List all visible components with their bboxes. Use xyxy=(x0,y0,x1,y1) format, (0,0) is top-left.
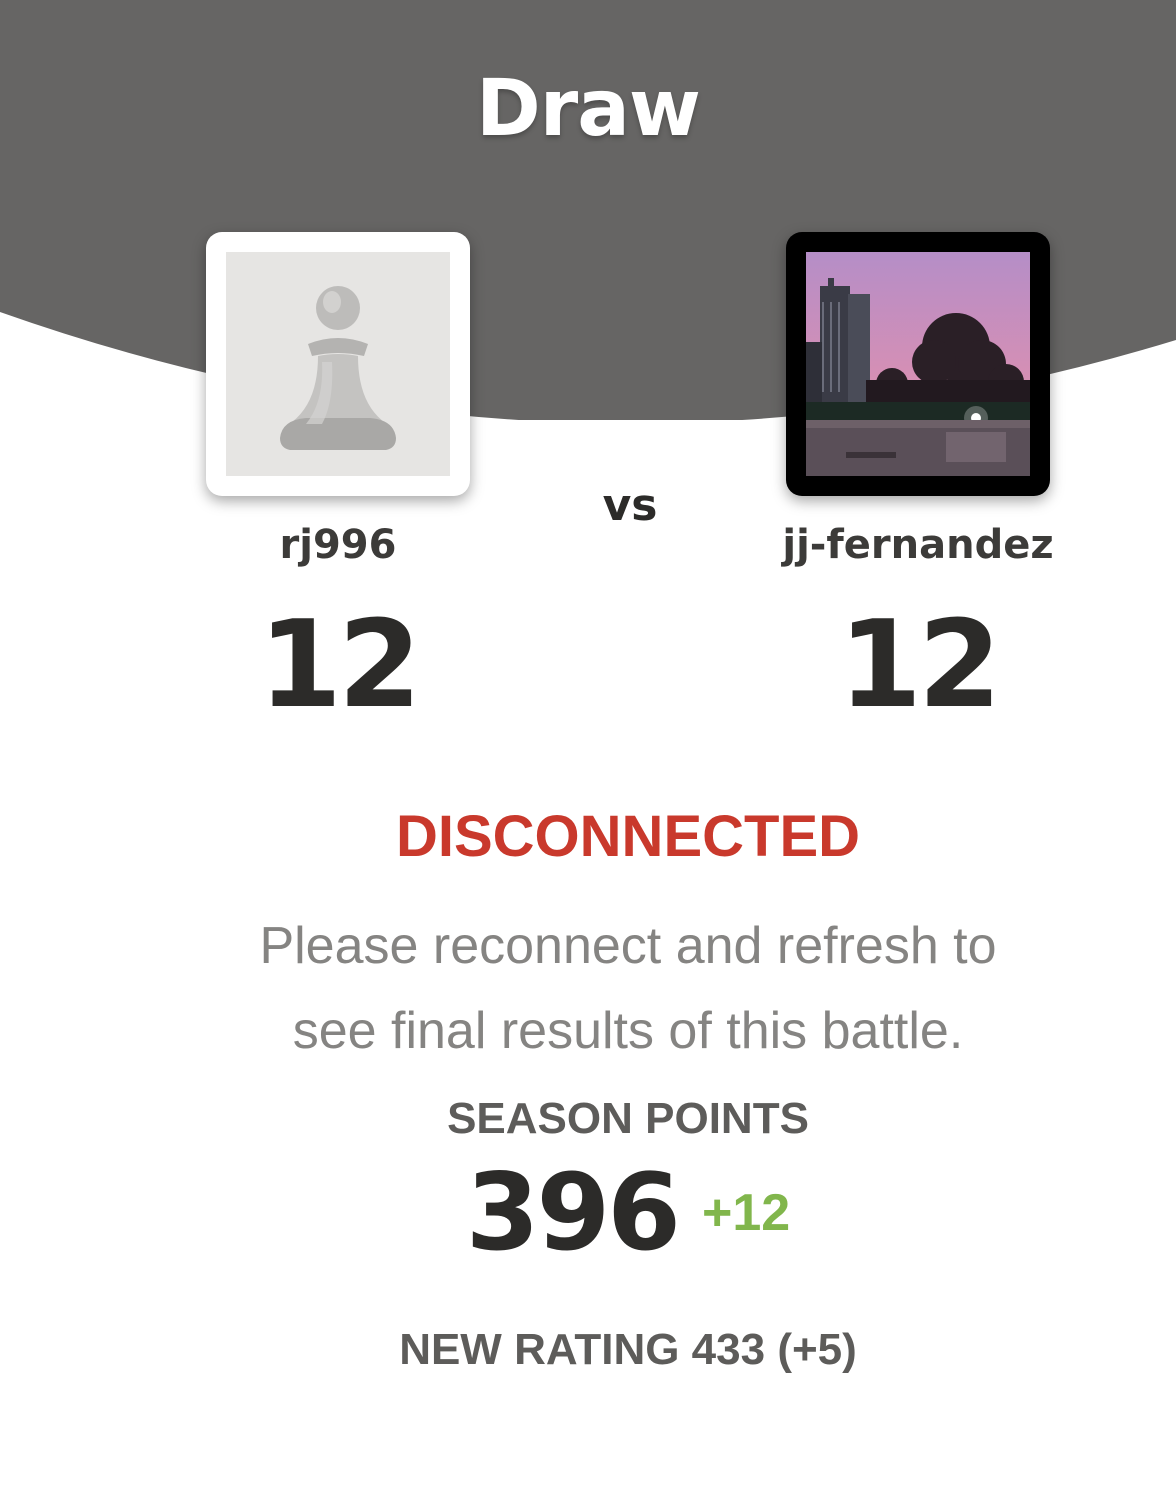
city-photo-avatar xyxy=(806,252,1030,476)
reconnect-message: Please reconnect and refresh to see fina… xyxy=(138,904,1118,1074)
season-points-row: 396 +12 xyxy=(0,1160,1176,1266)
player-avatar-right[interactable] xyxy=(786,232,1050,496)
player-username-right[interactable]: jj-fernandez xyxy=(742,521,1094,569)
pawn-icon xyxy=(280,286,396,450)
connection-status: DISCONNECTED xyxy=(395,804,861,869)
new-rating: NEW RATING 433 (+5) xyxy=(399,1325,857,1374)
season-points-value: 396 xyxy=(465,1151,681,1274)
result-title: Draw xyxy=(476,64,701,154)
player-avatar-left[interactable] xyxy=(206,232,470,496)
player-score-right: 12 xyxy=(838,596,1002,735)
reconnect-message-line2: see final results of this battle. xyxy=(292,1002,964,1060)
vs-label: vs xyxy=(602,480,658,531)
player-username-left[interactable]: rj996 xyxy=(168,521,508,569)
player-score-left: 12 xyxy=(258,596,422,735)
season-points-label: SEASON POINTS xyxy=(447,1094,809,1143)
reconnect-message-line1: Please reconnect and refresh to xyxy=(259,917,997,975)
season-points-delta: +12 xyxy=(702,1184,791,1242)
